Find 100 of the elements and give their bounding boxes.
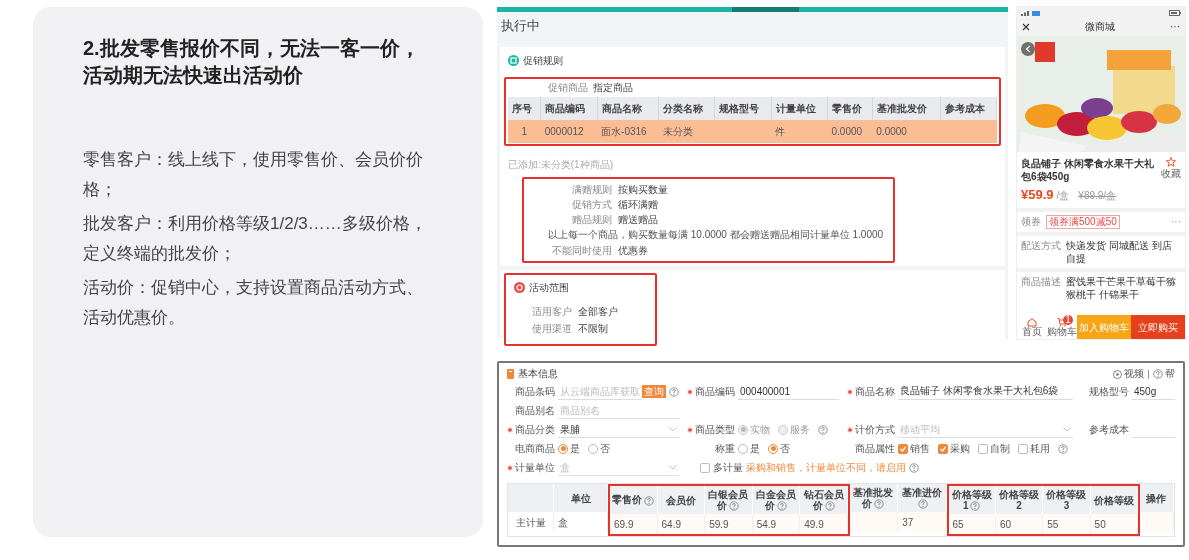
input-field[interactable]: 450g (1132, 383, 1175, 400)
paragraph: 活动价：促销中心，支持设置商品活动方式、活动优惠价。 (83, 277, 424, 329)
table-cell: 未分类 (662, 125, 693, 137)
field-label: 计量单位 (515, 461, 555, 475)
table-cell: 50 (1090, 514, 1138, 534)
column-header: 序号 (508, 96, 541, 120)
slide-title: 2.批发零售报价不同，无法一客一价， 活动期无法快速出活动价 (83, 36, 421, 88)
count-badge: 1 (1063, 315, 1073, 325)
rule-text: 以上每一个商品，购买数量每满 10.0000 都会赠送赠品相同计量单位 1.0000 (547, 227, 885, 242)
required-icon (847, 388, 853, 395)
cart-icon (1057, 317, 1067, 327)
radio-button[interactable] (588, 443, 598, 454)
more-button[interactable]: ··· (1170, 19, 1180, 35)
field-label: 商品属性 (855, 442, 895, 456)
row-label: 商品描述 (1021, 274, 1061, 288)
help-icon (644, 495, 655, 506)
paragraph: 零售客户：线上线下，使用零售价、会员价价格； (83, 149, 424, 201)
field-label: 促销商品 (548, 80, 588, 95)
table-cell: 69.9 (610, 514, 658, 534)
battery-icon (1169, 9, 1181, 16)
caret-icon (669, 426, 677, 432)
help-icon (874, 499, 885, 510)
field-value: 不限制 (578, 321, 608, 336)
play-icon (1113, 369, 1122, 379)
original-price: ¥89.9/盒 (1078, 189, 1117, 203)
table-cell: 面水-0316 (601, 125, 647, 137)
table-cell: 60 (995, 514, 1044, 534)
caret-icon (1063, 426, 1071, 432)
field-label: 参考成本 (1089, 423, 1129, 437)
column-header: 价格等级1 (950, 488, 993, 512)
field-value: 优惠券 (618, 243, 648, 258)
help-icon (970, 501, 981, 512)
table-cell: 1 (521, 125, 528, 137)
price: ¥59.9 (1021, 186, 1054, 204)
table-cell: 0000012 (544, 125, 584, 137)
radio-label: 实物 (750, 423, 770, 437)
star-icon (1166, 157, 1176, 167)
help-icon (729, 501, 740, 512)
page-title: 微商城 (1085, 20, 1115, 34)
select-field[interactable]: 果脯 (558, 421, 679, 438)
field-label: 不能同时使用 (551, 243, 612, 258)
scope-icon (514, 281, 525, 293)
column-header: 基准进价 (899, 486, 945, 510)
row-value: 蜜饯果干芒果干草莓干猕猴桃干 什锦果干 (1066, 274, 1177, 301)
hint-text: 采购和销售，计量单位不同，请启用 (746, 461, 906, 475)
field-label: 商品名称 (855, 385, 895, 399)
column-header: 价格等级3 (1045, 489, 1088, 511)
input-field[interactable]: 良品铺子 休闲零食水果干大礼包6袋 (898, 383, 1073, 400)
column-header: 会员价 (665, 494, 696, 506)
favorite-button[interactable]: 收藏 (1161, 157, 1181, 183)
field-label: 满赠规则 (571, 182, 612, 197)
nav-button[interactable]: 购物车 1 (1047, 315, 1077, 339)
field-value: 全部客户 (578, 304, 618, 319)
field-label: 商品别名 (515, 404, 555, 418)
checkbox[interactable] (898, 443, 908, 454)
field-label: 商品编码 (695, 385, 735, 399)
table-cell: 65 (948, 514, 996, 534)
field-value: 循环满赠 (618, 197, 658, 212)
radio-label: 否 (780, 442, 790, 456)
field-label: 使用渠道 (531, 321, 572, 336)
table-row[interactable]: 1 0000012 面水-0316 未分类 件 0.0000 0.0000 (508, 119, 997, 143)
paragraph: 批发客户：利用价格等级1/2/3……多级价格，定义终端的批发价； (83, 213, 428, 265)
table-cell: 49.9 (800, 514, 848, 534)
link[interactable]: 视频 (1113, 366, 1144, 382)
coupon-tag[interactable]: 领券满500减50 (1046, 214, 1120, 229)
help-icon (824, 501, 835, 512)
field-label: 电商商品 (515, 442, 555, 456)
checkbox[interactable] (1018, 443, 1028, 454)
field-label: 规格型号 (1089, 385, 1129, 399)
column-header: 参考成本 (940, 96, 997, 120)
status-title: 执行中 (500, 17, 541, 35)
radio-button[interactable] (558, 443, 568, 454)
checkbox-label: 销售 (910, 442, 930, 456)
required-icon (687, 426, 693, 433)
column-header: 价格等级2 (998, 489, 1041, 511)
radio-label: 是 (570, 442, 580, 456)
section-title: 促销规则 (523, 53, 563, 68)
checkbox[interactable] (978, 443, 988, 454)
radio-label: 否 (600, 442, 610, 456)
caret-icon (669, 464, 677, 470)
chevron-left-icon (1025, 45, 1031, 53)
column-header: 零售价 (827, 96, 873, 120)
field-label: 计价方式 (855, 423, 895, 437)
radio-button[interactable] (768, 443, 778, 454)
row-label: 配送方式 (1021, 238, 1061, 252)
field-value: 赠送赠品 (618, 212, 658, 227)
input-field[interactable]: 000400001 (738, 383, 839, 400)
checkbox-label: 自制 (990, 442, 1010, 456)
radio-button[interactable] (738, 443, 748, 454)
checkbox[interactable] (700, 462, 710, 473)
checkbox-label: 多计量 (713, 461, 743, 475)
table-cell: 59.9 (705, 514, 753, 534)
home-icon (1027, 317, 1037, 327)
close-icon[interactable] (1022, 23, 1030, 31)
checkbox[interactable] (938, 443, 948, 454)
field-label: 商品条码 (515, 385, 555, 399)
rule-icon (508, 54, 519, 66)
field-label: 促销方式 (571, 197, 612, 212)
link[interactable]: 帮 (1153, 366, 1175, 382)
buy-button[interactable]: 立即购买 (1131, 315, 1185, 339)
